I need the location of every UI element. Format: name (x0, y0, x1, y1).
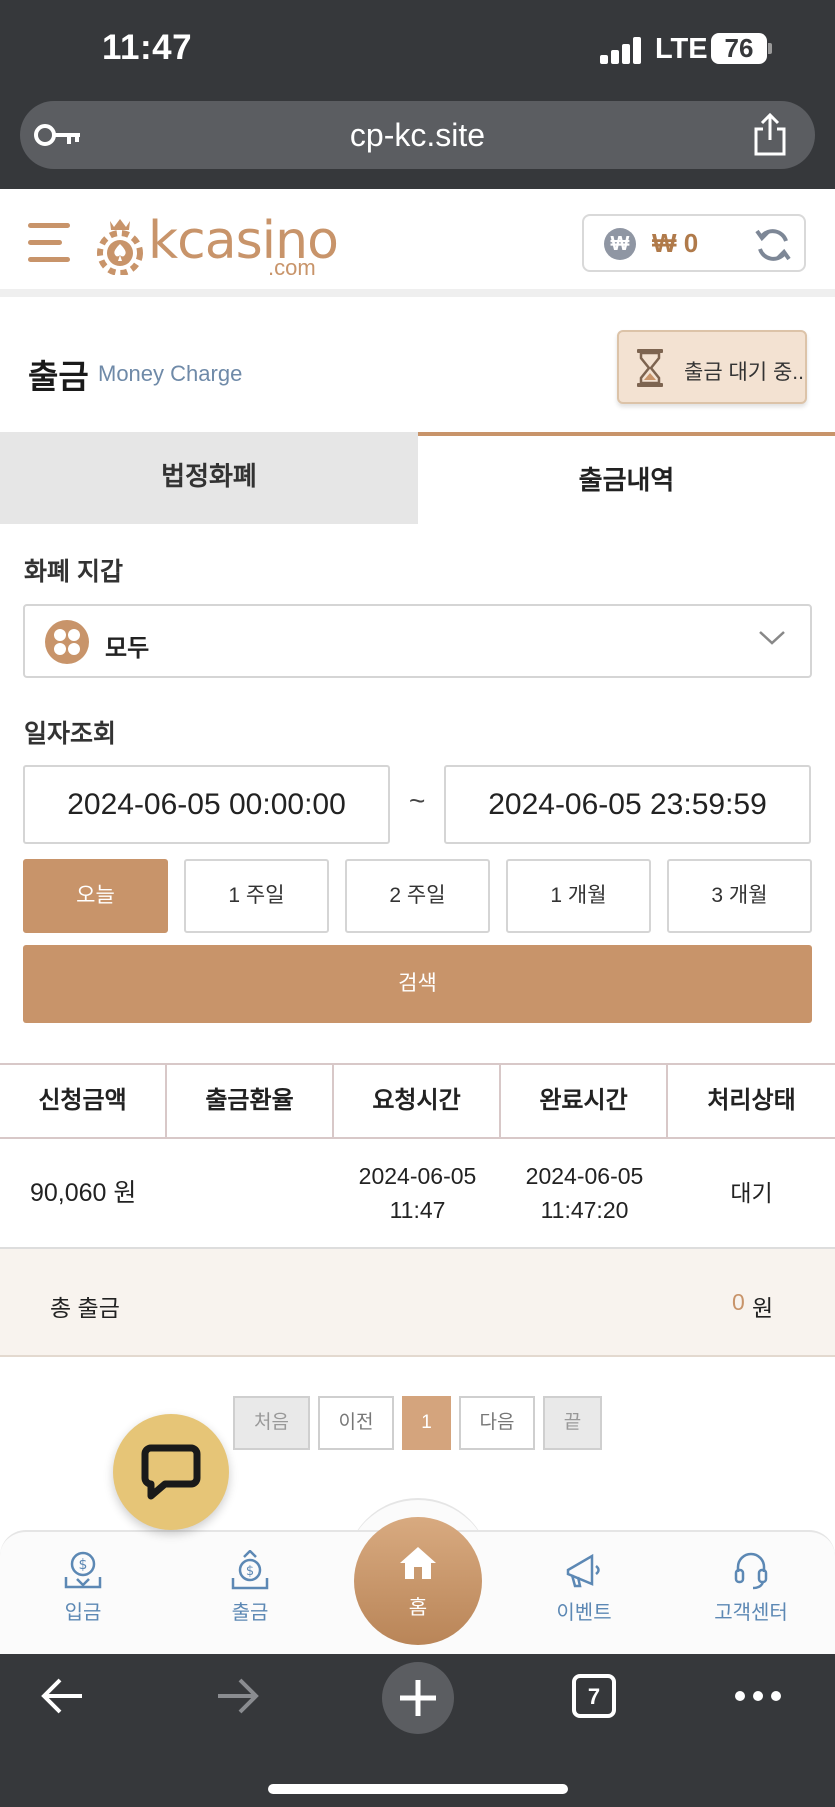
nav-withdraw[interactable]: $ 출금 (190, 1550, 310, 1625)
cell-amount: 90,060 원 (30, 1179, 137, 1207)
withdraw-icon: $ (231, 1550, 269, 1590)
network-label: LTE (655, 33, 708, 65)
date-separator: ~ (409, 785, 426, 816)
signal-icon (600, 36, 644, 64)
svg-text:$: $ (246, 1564, 254, 1579)
range-1-week-button[interactable]: 1 주일 (184, 859, 329, 933)
nav-deposit[interactable]: $ 입금 (23, 1550, 143, 1625)
chat-bubble-icon (141, 1444, 201, 1500)
wallet-balance[interactable]: ₩ ₩ 0 (582, 214, 806, 272)
nav-deposit-label: 입금 (64, 1602, 102, 1624)
chat-button[interactable] (113, 1414, 229, 1530)
plus-icon (400, 1680, 436, 1716)
wallet-amount: ₩ 0 (652, 228, 699, 258)
request-date: 2024-06-05 (358, 1163, 477, 1189)
home-icon (400, 1547, 436, 1579)
home-indicator (268, 1784, 568, 1794)
wallet-select[interactable]: 모두 (23, 604, 812, 678)
request-time: 11:47 (389, 1197, 446, 1223)
megaphone-icon (566, 1553, 600, 1588)
logo[interactable]: kcasino .com (92, 207, 339, 281)
tab-withdrawal-history[interactable]: 출금내역 (418, 432, 835, 524)
wallet-select-value: 모두 (105, 635, 150, 662)
page-title: 출금 (28, 358, 89, 395)
page-current-button[interactable]: 1 (402, 1396, 451, 1450)
nav-support[interactable]: 고객센터 (691, 1550, 811, 1625)
logo-suffix: .com (268, 255, 316, 280)
svg-text:$: $ (79, 1557, 88, 1573)
pending-label: 출금 대기 중.. (684, 361, 804, 384)
page-prev-button[interactable]: 이전 (318, 1396, 394, 1450)
browser-bottom-bar: 7 (0, 1654, 835, 1807)
date-from-input[interactable]: 2024-06-05 00:00:00 (23, 765, 390, 844)
nav-event[interactable]: 이벤트 (524, 1550, 644, 1625)
page-first-button[interactable]: 처음 (233, 1396, 310, 1450)
nav-withdraw-label: 출금 (231, 1602, 269, 1624)
range-1-month-button[interactable]: 1 개월 (506, 859, 651, 933)
nav-home-button[interactable]: 홈 (354, 1517, 482, 1645)
refresh-icon[interactable] (754, 226, 792, 264)
url-text: cp-kc.site (349, 117, 486, 153)
cell-complete-time: 2024-06-05 11:47:20 (501, 1139, 668, 1247)
hourglass-icon (637, 349, 663, 387)
chevron-down-icon (759, 631, 785, 645)
complete-date: 2024-06-05 (525, 1163, 644, 1189)
total-unit: 원 (752, 1295, 774, 1321)
total-label: 총 출금 (50, 1295, 120, 1321)
page-next-button[interactable]: 다음 (459, 1396, 535, 1450)
table-row: 90,060 원 2024-06-05 11:47 2024-06-05 11:… (0, 1139, 835, 1249)
browser-toolbar: cp-kc.site (0, 95, 835, 189)
battery-icon: 76 (711, 33, 767, 64)
cell-status: 대기 (730, 1180, 773, 1206)
column-status: 처리상태 (707, 1087, 796, 1114)
grid-icon (45, 620, 89, 664)
tab-fiat-currency[interactable]: 법정화폐 (0, 432, 418, 524)
new-tab-button[interactable] (382, 1662, 454, 1734)
date-filter-label: 일자조회 (24, 720, 117, 748)
range-2-weeks-button[interactable]: 2 주일 (345, 859, 490, 933)
tabs-button[interactable]: 7 (572, 1674, 616, 1718)
status-time: 11:47 (102, 28, 193, 67)
pending-withdrawal-button[interactable]: 출금 대기 중.. (617, 330, 807, 404)
total-value: 0 (732, 1289, 745, 1315)
tab-bar: 법정화폐 출금내역 (0, 432, 835, 524)
back-icon[interactable] (38, 1676, 86, 1716)
nav-home-label: 홈 (408, 1597, 428, 1619)
site-header: kcasino .com ₩ ₩ 0 (0, 189, 835, 297)
menu-icon[interactable] (28, 223, 70, 263)
share-icon[interactable] (750, 113, 790, 157)
page-title-row: 출금 Money Charge 출금 대기 중.. (0, 305, 835, 433)
column-exchange-rate: 출금환율 (167, 1065, 334, 1137)
cell-rate (167, 1139, 334, 1247)
nav-event-label: 이벤트 (556, 1602, 612, 1624)
column-requested-amount: 신청금액 (0, 1065, 167, 1137)
date-to-input[interactable]: 2024-06-05 23:59:59 (444, 765, 811, 844)
nav-support-label: 고객센터 (714, 1602, 788, 1624)
won-icon: ₩ (604, 228, 636, 260)
range-3-months-button[interactable]: 3 개월 (667, 859, 812, 933)
wallet-filter-label: 화폐 지갑 (24, 558, 123, 586)
page-subtitle: Money Charge (98, 361, 243, 386)
cell-request-time: 2024-06-05 11:47 (334, 1139, 501, 1247)
casino-chip-icon (97, 219, 143, 275)
page-last-button[interactable]: 끝 (543, 1396, 602, 1450)
more-icon[interactable] (734, 1690, 782, 1702)
total-row: 총 출금 0 원 (0, 1249, 835, 1357)
column-complete-time: 완료시간 (501, 1065, 668, 1137)
search-button[interactable]: 검색 (23, 945, 812, 1023)
headset-icon (734, 1552, 768, 1590)
status-bar: 11:47 LTE 76 (0, 0, 835, 95)
address-bar[interactable]: cp-kc.site (20, 101, 815, 169)
column-request-time: 요청시간 (334, 1065, 501, 1137)
forward-icon[interactable] (214, 1676, 262, 1716)
range-today-button[interactable]: 오늘 (23, 859, 168, 933)
table-header: 신청금액 출금환율 요청시간 완료시간 처리상태 (0, 1063, 835, 1139)
complete-time: 11:47:20 (540, 1197, 629, 1223)
deposit-icon: $ (64, 1551, 102, 1589)
battery-tip (768, 43, 772, 54)
